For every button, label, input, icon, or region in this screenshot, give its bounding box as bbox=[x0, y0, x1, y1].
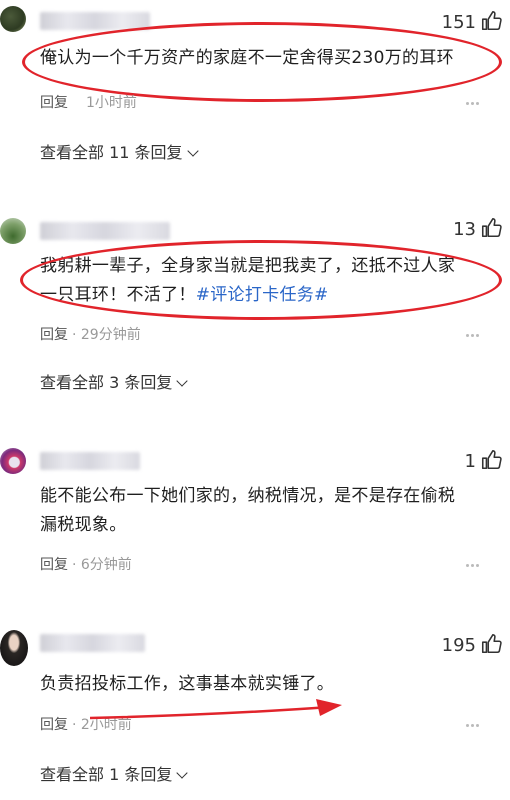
comment-3: 1 能不能公布一下她们家的，纳税情况，是不是存在偷税漏税现象。 回复 · 6分钟前 bbox=[0, 440, 510, 590]
avatar[interactable] bbox=[0, 630, 28, 666]
like-count: 1 bbox=[464, 451, 476, 472]
reply-button[interactable]: 回复 bbox=[40, 327, 68, 343]
highlight-ellipse bbox=[20, 240, 502, 320]
timestamp: · 29分钟前 bbox=[72, 327, 141, 343]
annotation-arrow bbox=[90, 699, 342, 720]
chevron-down-icon bbox=[176, 767, 189, 779]
like-count: 151 bbox=[441, 12, 476, 33]
highlight-ellipse bbox=[22, 22, 502, 102]
thumbs-up-icon[interactable] bbox=[480, 10, 502, 32]
username-blurred bbox=[40, 634, 145, 652]
like-count: 13 bbox=[453, 219, 476, 240]
timestamp: · 6分钟前 bbox=[72, 557, 132, 573]
view-all-replies[interactable]: 查看全部 11 条回复 bbox=[40, 139, 199, 163]
more-icon[interactable] bbox=[466, 564, 480, 568]
comment-meta: 回复 · 6分钟前 bbox=[40, 554, 132, 574]
more-icon[interactable] bbox=[466, 334, 480, 338]
avatar[interactable] bbox=[0, 218, 26, 244]
comment-text: 负责招投标工作，这事基本就实锤了。 bbox=[40, 674, 335, 694]
chevron-down-icon bbox=[186, 145, 199, 157]
more-icon[interactable] bbox=[466, 102, 480, 106]
view-all-replies[interactable]: 查看全部 3 条回复 bbox=[40, 369, 189, 393]
comment-1: 151 俺认为一个千万资产的家庭不一定舍得买230万的耳环 回复 1小时前 查看全… bbox=[0, 0, 510, 170]
thumbs-up-icon[interactable] bbox=[480, 217, 502, 239]
more-icon[interactable] bbox=[466, 724, 480, 728]
like-count: 195 bbox=[441, 635, 476, 656]
username-blurred bbox=[40, 222, 170, 240]
comment-meta: 回复 · 29分钟前 bbox=[40, 324, 141, 344]
comment-4: 195 负责招投标工作，这事基本就实锤了。 回复 · 2小时前 查看全部 1 条回… bbox=[0, 626, 510, 800]
avatar[interactable] bbox=[0, 448, 26, 474]
reply-button[interactable]: 回复 bbox=[40, 717, 68, 733]
reply-button[interactable]: 回复 bbox=[40, 95, 68, 111]
chevron-down-icon bbox=[176, 375, 189, 387]
username-blurred bbox=[40, 452, 140, 470]
comment-text: 能不能公布一下她们家的，纳税情况，是不是存在偷税漏税现象。 bbox=[40, 486, 456, 535]
reply-button[interactable]: 回复 bbox=[40, 557, 68, 573]
thumbs-up-icon[interactable] bbox=[480, 449, 502, 471]
view-all-replies[interactable]: 查看全部 1 条回复 bbox=[40, 761, 189, 785]
thumbs-up-icon[interactable] bbox=[480, 633, 502, 655]
avatar[interactable] bbox=[0, 6, 26, 32]
comment-2: 13 我躬耕一辈子，全身家当就是把我卖了，还抵不过人家一只耳环！不活了！#评论打… bbox=[0, 210, 510, 400]
comment-meta: 回复 1小时前 bbox=[40, 92, 137, 112]
timestamp: 1小时前 bbox=[86, 95, 137, 111]
